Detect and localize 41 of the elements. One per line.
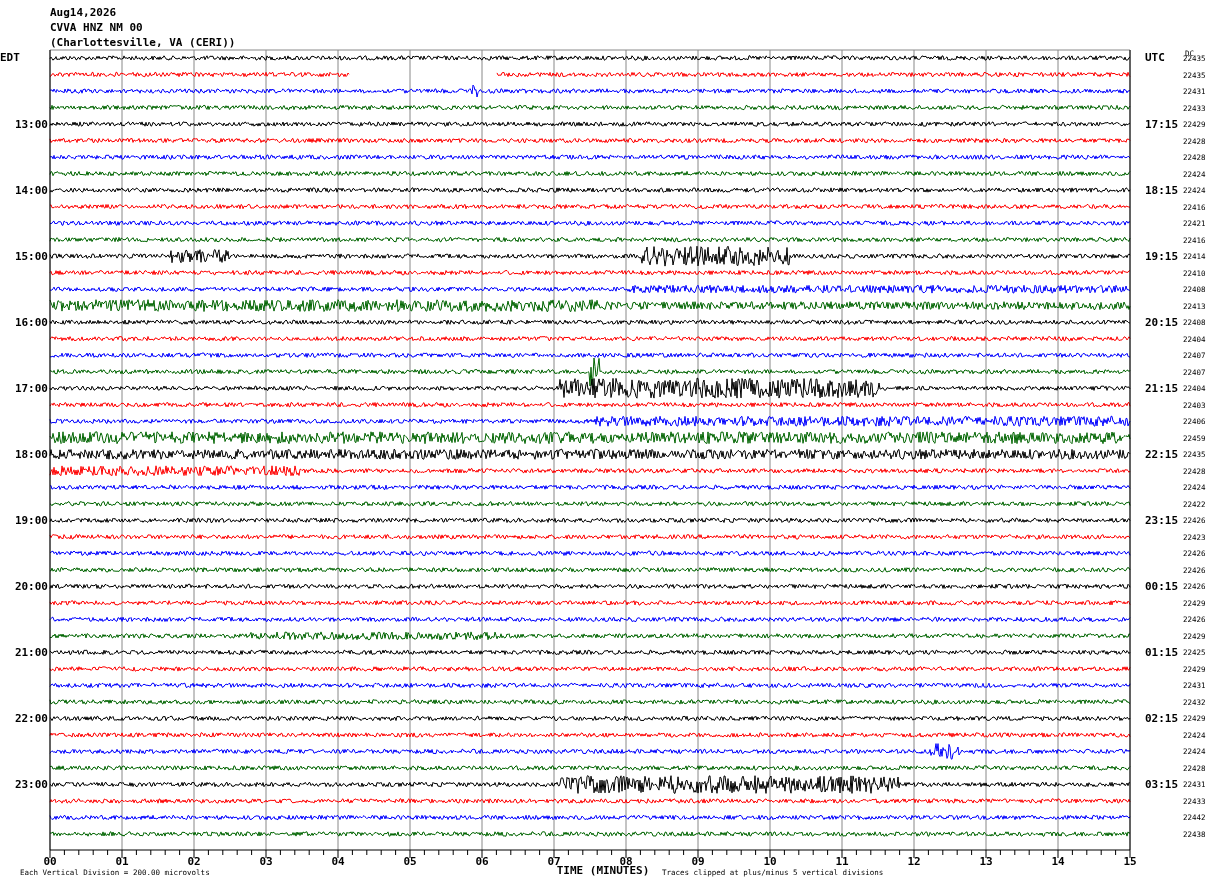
axis-tick-label: 01 (115, 855, 129, 868)
axis-tick-label: 09 (691, 855, 705, 868)
axis-tick-label: 06 (475, 855, 489, 868)
timezone-label: EDT (0, 51, 20, 64)
time-label: 21:15 (1145, 382, 1179, 396)
time-label: 15:00 (14, 250, 48, 264)
time-label: 01:15 (1145, 646, 1179, 660)
axis-tick-label: 00 (43, 855, 57, 868)
axis-tick-label: 13 (979, 855, 993, 868)
time-label: 00:15 (1145, 580, 1179, 594)
time-label: 20:00 (14, 580, 48, 594)
time-label: 19:15 (1145, 250, 1179, 264)
time-label: 18:15 (1145, 184, 1179, 198)
time-label: 17:15 (1145, 118, 1179, 132)
time-label: 03:15 (1145, 778, 1179, 792)
time-label: 19:00 (14, 514, 48, 528)
time-label: 17:00 (14, 382, 48, 396)
axis-tick-label: 05 (403, 855, 417, 868)
time-label: 13:00 (14, 118, 48, 132)
time-label: 14:00 (14, 184, 48, 198)
axis-tick-label: 03 (259, 855, 273, 868)
time-label: 02:15 (1145, 712, 1179, 726)
axis-tick-label: 11 (835, 855, 849, 868)
time-label: 22:15 (1145, 448, 1179, 462)
location-label: (Charlottesville, VA (CERI)) (50, 36, 236, 49)
time-label: 23:00 (14, 778, 48, 792)
axis-tick-label: 15 (1123, 855, 1137, 868)
time-label: 20:15 (1145, 316, 1179, 330)
station-label: CVVA HNZ NM 00 (50, 21, 143, 34)
time-label: 16:00 (14, 316, 48, 330)
time-label: 23:15 (1145, 514, 1179, 528)
time-label: 22:00 (14, 712, 48, 726)
axis-tick-label: 04 (331, 855, 345, 868)
axis-tick-label: 10 (763, 855, 777, 868)
timezone-label: UTC (1145, 51, 1165, 64)
axis-tick-label: 14 (1051, 855, 1065, 868)
axis-tick-label: 02 (187, 855, 201, 868)
time-label: 21:00 (14, 646, 48, 660)
date-label: Aug14,2026 (50, 6, 117, 19)
axis-tick-label: 12 (907, 855, 921, 868)
time-label: 18:00 (14, 448, 48, 462)
